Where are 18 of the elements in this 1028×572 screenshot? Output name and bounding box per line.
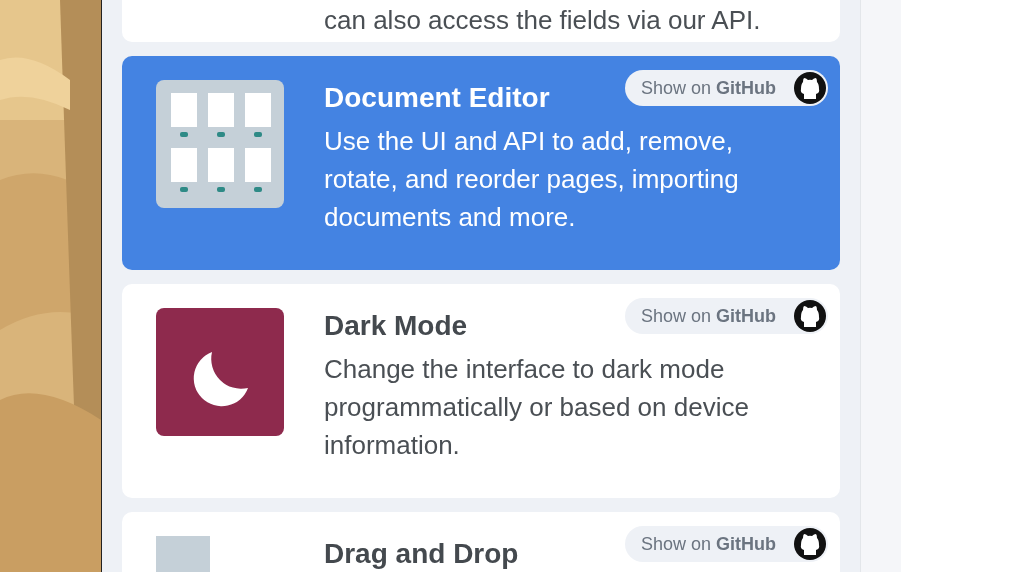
feature-description: can also access the fields via our API. — [324, 4, 762, 37]
moon-icon — [156, 308, 284, 436]
feature-description: Use the UI and API to add, remove, rotate, and reorder pages, importing documents and more. — [324, 125, 740, 234]
feature-title: Document Editor — [324, 81, 550, 114]
feature-card[interactable]: Drag and Drop Show on GitHub — [122, 512, 840, 572]
github-cat-icon — [794, 72, 826, 104]
github-button[interactable]: Show on GitHub — [624, 70, 828, 106]
feature-description: Change the interface to dark mode programmatically or based on device information. — [324, 353, 750, 462]
github-cat-icon — [794, 528, 826, 560]
pages-grid-icon — [156, 80, 284, 208]
feature-card[interactable]: Document Editor Use the UI and API to add, remove, rotate, and reorder pages, importing documents and more. Show on GitHub — [122, 56, 840, 270]
feature-title: Dark Mode — [324, 309, 468, 342]
feature-card[interactable]: Dark Mode Change the interface to dark mode programmatically or based on device information. Show on GitHub — [122, 284, 840, 498]
github-button[interactable]: Show on GitHub — [624, 298, 828, 334]
feature-card[interactable]: can also access the fields via our API. — [122, 0, 840, 42]
github-button[interactable]: Show on GitHub — [624, 526, 828, 562]
github-cat-icon — [794, 300, 826, 332]
feature-title: Drag and Drop — [324, 537, 519, 570]
